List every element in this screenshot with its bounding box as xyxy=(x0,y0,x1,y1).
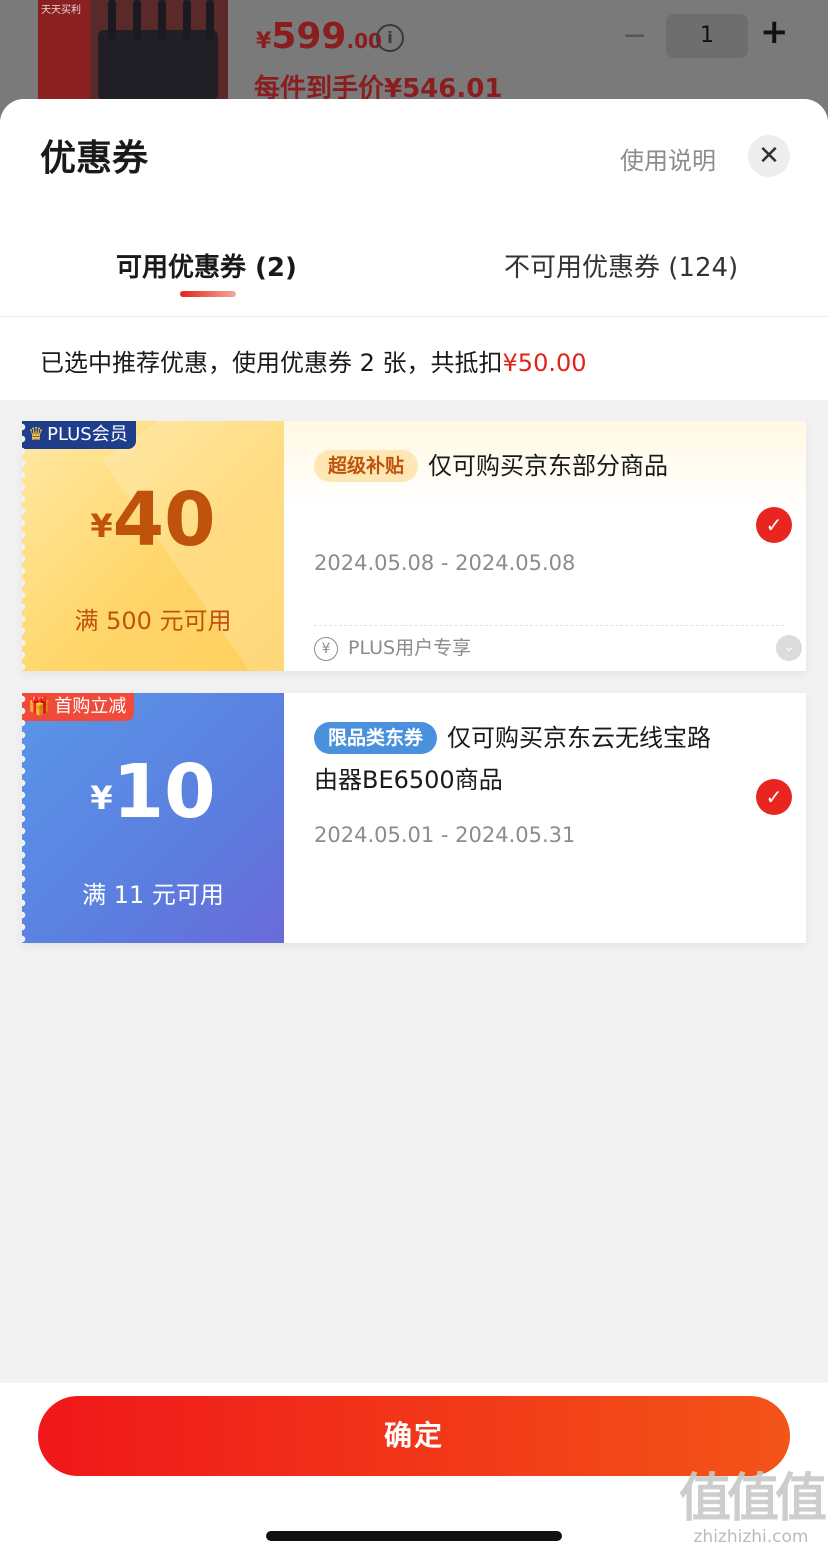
quantity-input[interactable]: 1 xyxy=(666,14,748,58)
thumbnail-banner: 天天买利 xyxy=(38,0,90,110)
home-indicator[interactable] xyxy=(266,1531,562,1541)
sheet-header: 优惠券 使用说明 ✕ 可用优惠券 (2) 不可用优惠券 (124) 已选中推荐优… xyxy=(0,99,828,400)
plus-member-badge: ♛ PLUS会员 xyxy=(22,421,136,449)
coupon-tag: 限品类东券 xyxy=(314,722,438,754)
active-tab-indicator xyxy=(180,291,236,297)
coupon-amount: ¥40 xyxy=(90,477,216,563)
selection-summary: 已选中推荐优惠，使用优惠券 2 张，共抵扣¥50.00 xyxy=(40,349,587,377)
sheet-title: 优惠券 xyxy=(40,138,149,179)
divider xyxy=(0,316,828,317)
usage-instructions-link[interactable]: 使用说明 xyxy=(620,141,716,176)
dashed-divider xyxy=(314,625,784,626)
coupon-detail-panel: 限品类东券 仅可购买京东云无线宝路由器BE6500商品 2024.05.01 - … xyxy=(284,693,806,943)
first-purchase-badge: 🎁 首购立减 xyxy=(22,693,135,721)
yen-circle-icon: ¥ xyxy=(314,637,338,661)
product-price: ¥599.00 xyxy=(256,16,382,57)
crown-icon: ♛ xyxy=(28,424,45,445)
coupon-footer: ¥ PLUS用户专享 xyxy=(314,633,471,661)
product-thumbnail: 天天买利 xyxy=(38,0,228,110)
coupon-card[interactable]: 🎁 首购立减 ¥10 满 11 元可用 限品类东券 仅可购买京东云无线宝路由器BE6… xyxy=(22,693,806,943)
coupon-card[interactable]: ♛ PLUS会员 ¥40 满 500 元可用 超级补贴 仅可购买京东部分商品 202… xyxy=(22,421,806,671)
quantity-decrease-button[interactable]: − xyxy=(622,18,647,53)
confirm-button[interactable]: 确定 xyxy=(38,1396,790,1476)
coupon-tag: 超级补贴 xyxy=(314,450,419,482)
coupon-sheet: 优惠券 使用说明 ✕ 可用优惠券 (2) 不可用优惠券 (124) 已选中推荐优… xyxy=(0,99,828,1560)
coupon-value-panel: 🎁 首购立减 ¥10 满 11 元可用 xyxy=(22,693,284,943)
selected-check-icon[interactable]: ✓ xyxy=(756,507,792,543)
info-icon[interactable]: i xyxy=(376,24,404,52)
coupon-value-panel: ♛ PLUS会员 ¥40 满 500 元可用 xyxy=(22,421,284,671)
coupon-amount: ¥10 xyxy=(90,749,216,835)
coupon-description: 超级补贴 仅可购买京东部分商品 xyxy=(314,445,734,487)
coupon-date-range: 2024.05.08 - 2024.05.08 xyxy=(314,551,576,575)
tab-unavailable-coupons[interactable]: 不可用优惠券 (124) xyxy=(504,247,738,284)
tab-available-coupons[interactable]: 可用优惠券 (2) xyxy=(116,247,297,284)
selected-check-icon[interactable]: ✓ xyxy=(756,779,792,815)
coupon-condition: 满 11 元可用 xyxy=(82,881,224,909)
close-icon[interactable]: ✕ xyxy=(748,135,790,177)
coupon-condition: 满 500 元可用 xyxy=(74,607,232,635)
chevron-down-icon[interactable]: ⌄ xyxy=(776,635,802,661)
router-image xyxy=(98,30,218,100)
quantity-increase-button[interactable]: + xyxy=(760,12,789,52)
site-watermark: 值值值 zhizhizhi.com xyxy=(678,1469,827,1547)
discount-amount: ¥50.00 xyxy=(502,349,587,377)
coupon-detail-panel: 超级补贴 仅可购买京东部分商品 2024.05.08 - 2024.05.08 ✓… xyxy=(284,421,806,671)
coupon-description: 限品类东券 仅可购买京东云无线宝路由器BE6500商品 xyxy=(314,722,712,794)
gift-icon: 🎁 xyxy=(28,696,51,717)
bottom-bar: 确定 值值值 zhizhizhi.com xyxy=(0,1383,828,1560)
coupon-date-range: 2024.05.01 - 2024.05.31 xyxy=(314,823,576,847)
